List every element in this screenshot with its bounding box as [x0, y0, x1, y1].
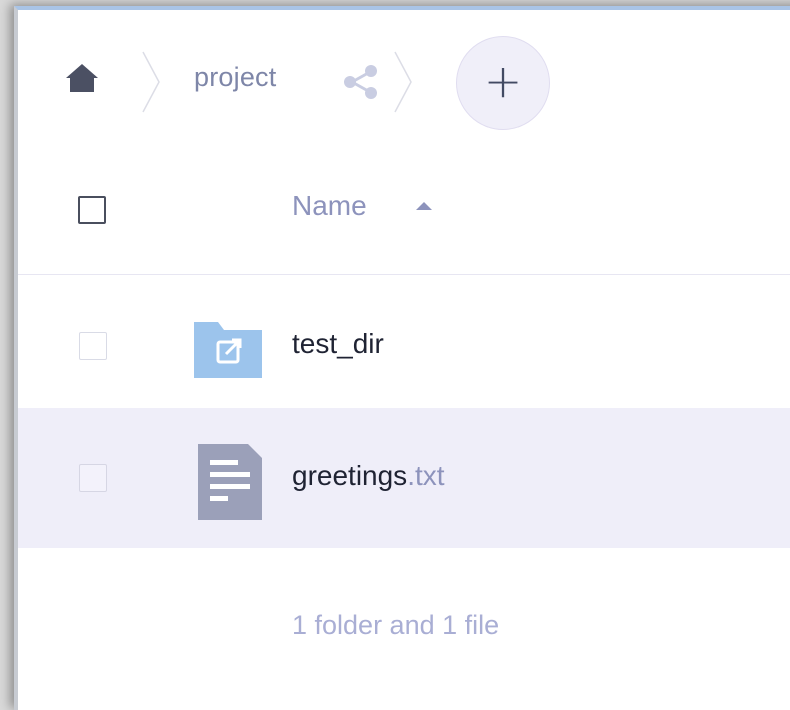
file-browser-window: project + Name test_dir greetings.txt 1 …: [14, 6, 790, 710]
item-count-summary: 1 folder and 1 file: [292, 610, 500, 640]
file-name[interactable]: test_dir: [292, 328, 384, 360]
shared-folder-icon: [194, 322, 262, 378]
plus-icon: +: [483, 54, 523, 108]
row-checkbox[interactable]: [79, 464, 107, 492]
file-name[interactable]: greetings.txt: [292, 460, 445, 492]
sort-ascending-icon[interactable]: [416, 202, 432, 210]
table-row[interactable]: test_dir: [18, 276, 790, 416]
breadcrumb-folder-project[interactable]: project: [194, 62, 276, 93]
text-file-icon: [198, 444, 262, 520]
share-icon[interactable]: [340, 62, 380, 102]
home-icon[interactable]: [64, 60, 100, 96]
table-row[interactable]: greetings.txt: [18, 408, 790, 548]
table-header: Name: [18, 150, 790, 275]
breadcrumb: project +: [18, 10, 790, 150]
breadcrumb-separator-icon: [394, 51, 412, 113]
row-checkbox[interactable]: [79, 332, 107, 360]
breadcrumb-separator-icon: [142, 51, 160, 113]
column-header-name[interactable]: Name: [292, 190, 367, 222]
add-button[interactable]: +: [456, 36, 550, 130]
select-all-checkbox[interactable]: [78, 196, 106, 224]
